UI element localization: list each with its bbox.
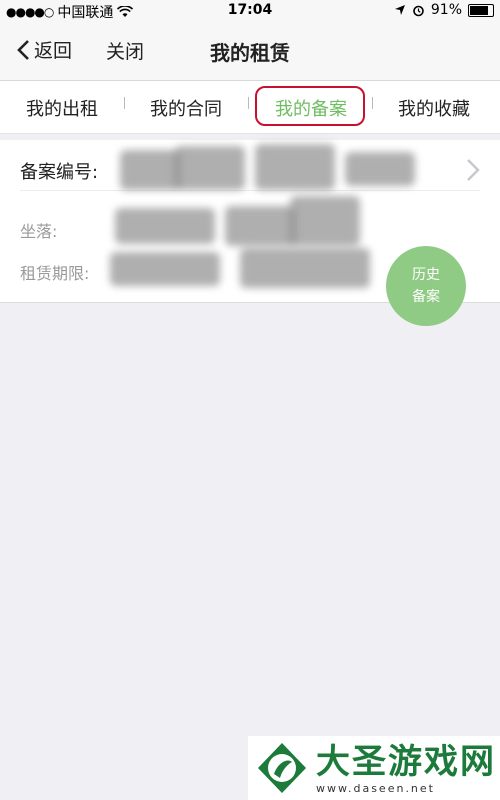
site-logo-icon [258, 743, 306, 793]
redaction-mark [240, 248, 370, 288]
watermark-url: www.daseen.net [316, 781, 435, 795]
row-divider [20, 190, 480, 191]
tab-my-contracts[interactable]: 我的合同 [150, 95, 222, 121]
fab-label-line1: 历史 [412, 267, 440, 283]
tab-divider [124, 97, 125, 109]
navigation-bar: 返回 关闭 我的租赁 [0, 22, 500, 81]
battery-percent: 91% [430, 2, 462, 18]
history-records-button[interactable]: 历史 备案 [386, 246, 466, 326]
tab-divider [248, 97, 249, 109]
redaction-mark [255, 144, 335, 190]
close-button[interactable]: 关闭 [106, 37, 144, 64]
watermark-title: 大圣游戏网 [316, 741, 496, 782]
redaction-mark [290, 196, 360, 246]
alarm-icon [413, 5, 424, 16]
redaction-mark [110, 252, 220, 286]
back-label: 返回 [34, 40, 73, 62]
tab-divider [372, 97, 373, 109]
record-period-label: 租赁期限: [20, 264, 90, 283]
record-number-label: 备案编号: [20, 162, 99, 183]
tab-bar: 我的出租 我的合同 我的备案 我的收藏 [0, 81, 500, 134]
tab-my-favorites[interactable]: 我的收藏 [398, 95, 470, 121]
redaction-mark [115, 208, 215, 244]
tab-my-rentals[interactable]: 我的出租 [26, 95, 98, 121]
highlight-annotation [255, 86, 365, 126]
record-location-label: 坐落: [20, 222, 58, 241]
redaction-mark [345, 152, 415, 186]
redaction-mark [225, 206, 295, 246]
chevron-right-icon [467, 159, 480, 181]
page-title: 我的租赁 [210, 41, 290, 65]
back-button[interactable]: 返回 [16, 36, 72, 63]
status-bar: ●●●●○ 中国联通 17:04 91% [0, 0, 500, 22]
battery-icon [468, 3, 494, 17]
redaction-mark [175, 146, 245, 190]
location-arrow-icon [394, 5, 405, 15]
chevron-left-icon [17, 39, 29, 60]
watermark: 大圣游戏网 www.daseen.net [248, 736, 500, 800]
fab-label-line2: 备案 [412, 289, 440, 305]
redaction-mark [120, 150, 180, 190]
